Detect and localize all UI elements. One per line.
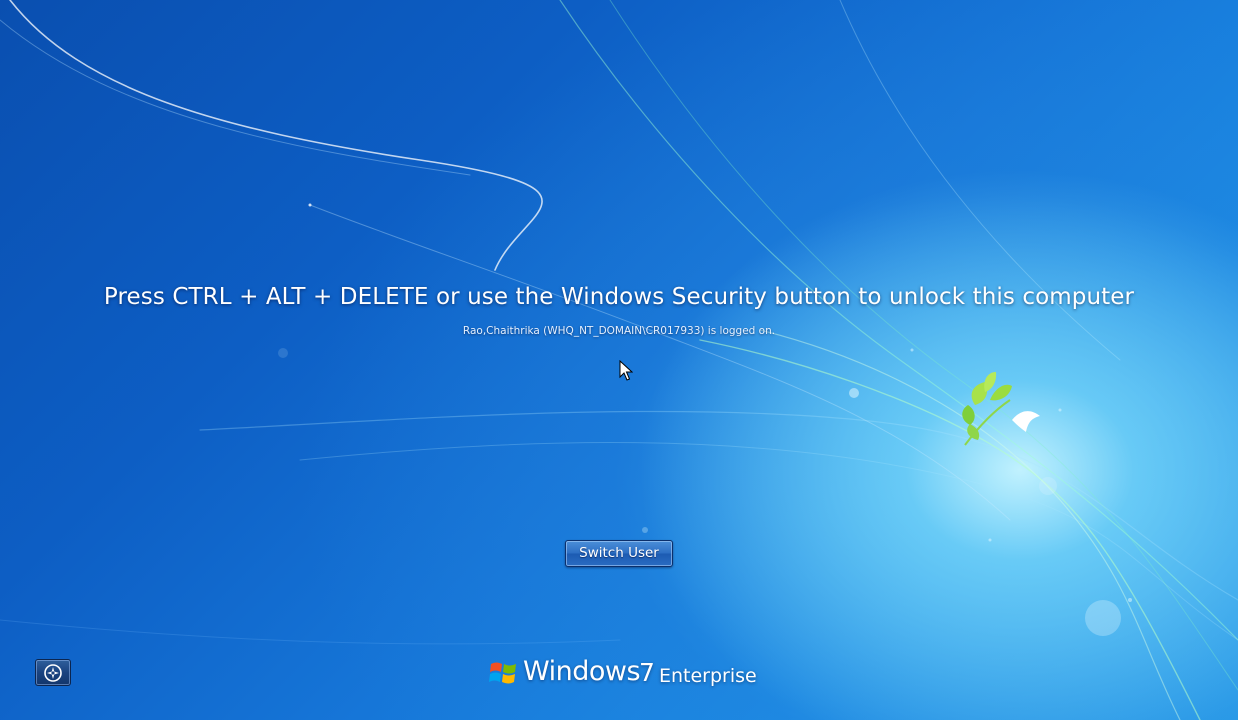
windows-branding: Windows 7 Enterprise (489, 656, 759, 692)
switch-user-button[interactable]: Switch User (565, 540, 673, 567)
ease-of-access-button[interactable] (35, 659, 71, 686)
unlock-instruction: Press CTRL + ALT + DELETE or use the Win… (103, 284, 1135, 310)
product-name: Windows (523, 656, 641, 687)
windows-flag-icon (489, 662, 516, 684)
logged-on-status: Rao,Chaithrika (WHQ_NT_DOMAIN\CR017933) … (462, 325, 776, 337)
ease-of-access-icon (44, 664, 62, 682)
product-version: 7 (639, 658, 655, 687)
product-edition: Enterprise (659, 665, 757, 687)
mouse-pointer-icon (619, 360, 633, 381)
